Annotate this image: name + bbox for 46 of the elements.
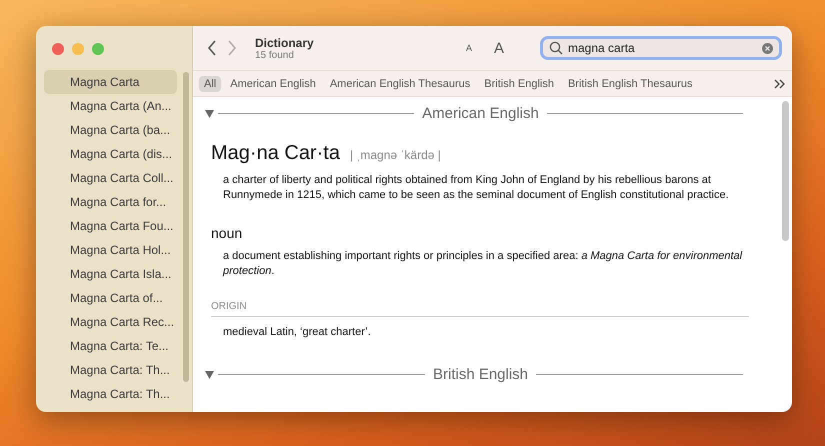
larger-font-button[interactable]: A xyxy=(488,40,510,56)
sidebar-item[interactable]: Magna Carta (dis... xyxy=(44,142,177,166)
filter-tab[interactable]: British English Thesaurus xyxy=(562,76,698,92)
sidebar-item[interactable]: Magna Carta Rec... xyxy=(44,310,177,334)
filter-tab[interactable]: British English xyxy=(479,76,559,92)
sidebar-item[interactable]: Magna Carta of... xyxy=(44,286,177,310)
close-button[interactable] xyxy=(52,43,64,55)
origin-text: medieval Latin, ‘great charter’. xyxy=(223,325,372,340)
scrollbar-thumb[interactable] xyxy=(183,72,189,382)
filter-tab[interactable]: American English xyxy=(225,76,321,92)
section-heading: American English xyxy=(421,105,540,122)
sidebar-item[interactable]: Magna Carta: Te... xyxy=(44,334,177,358)
back-icon[interactable] xyxy=(207,40,217,56)
zoom-button[interactable] xyxy=(92,43,104,55)
filter-tab[interactable]: American English Thesaurus xyxy=(324,76,476,92)
origin-label: ORIGIN xyxy=(211,301,749,317)
pronunciation: | ˌmaɡnə ˈkärdə | xyxy=(350,148,441,162)
sidebar-item[interactable]: Magna Carta: Th... xyxy=(44,382,177,406)
sidebar-item[interactable]: Magna Carta: Th... xyxy=(44,358,177,382)
down-triangle-icon[interactable] xyxy=(205,370,214,378)
sidebar-item[interactable]: Magna Carta Hol... xyxy=(44,238,177,262)
result-count: 15 found xyxy=(255,50,295,60)
clear-icon[interactable] xyxy=(762,42,773,54)
sidebar-item[interactable]: Magna Carta xyxy=(44,70,177,94)
minimize-button[interactable] xyxy=(72,43,84,55)
sidebar-item[interactable]: Magna Carta Coll... xyxy=(44,166,177,190)
sidebar-item[interactable]: Magna Carta (An... xyxy=(44,94,177,118)
search-input[interactable]: magna carta xyxy=(568,41,757,55)
sidebar-item[interactable]: Magna Carta (ba... xyxy=(44,118,177,142)
down-triangle-icon[interactable] xyxy=(205,110,214,118)
forward-icon[interactable] xyxy=(227,40,237,56)
definition: a charter of liberty and political rights obtained from King John of England by his rebellious barons at Runnymede in 1215, which came to be seen as the seminal document of English constitutional practice. xyxy=(223,173,730,203)
scrollbar-thumb[interactable] xyxy=(782,101,789,241)
smaller-font-button[interactable]: A xyxy=(460,43,478,53)
filter-tab[interactable]: All xyxy=(199,76,222,92)
sidebar-item[interactable]: Magna Carta for... xyxy=(44,190,177,214)
chevron-double-icon[interactable] xyxy=(774,78,786,88)
search-field[interactable]: magna carta xyxy=(540,36,782,60)
section-heading: British English xyxy=(432,366,530,383)
part-of-speech: noun xyxy=(211,225,244,241)
definition: a document establishing important rights or principles in a specified area: a Magna Carta for environmental protection. xyxy=(223,249,743,279)
search-icon xyxy=(549,41,563,55)
headword: Mag·na Car·ta xyxy=(211,142,340,165)
sidebar-item[interactable]: Magna Carta Isla... xyxy=(44,262,177,286)
window-title: Dictionary xyxy=(255,36,315,50)
sidebar-item[interactable]: Magna Carta Fou... xyxy=(44,214,177,238)
